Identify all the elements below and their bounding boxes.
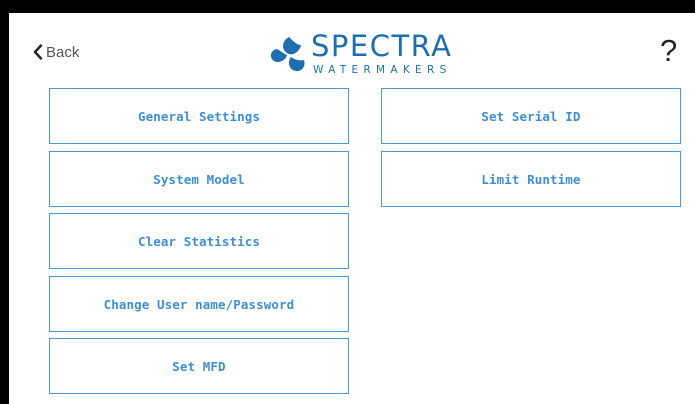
- general-settings-button[interactable]: General Settings: [49, 88, 349, 144]
- system-model-button[interactable]: System Model: [49, 151, 349, 207]
- set-mfd-button[interactable]: Set MFD: [49, 338, 349, 394]
- logo-wordmark: SPECTRA: [311, 29, 453, 63]
- spectra-logo: SPECTRA WATERMAKERS: [267, 29, 477, 77]
- back-button[interactable]: Back: [33, 40, 79, 64]
- water-drop-logo-icon: [270, 37, 305, 72]
- logo-subtitle: WATERMAKERS: [313, 64, 452, 76]
- header: Back SPECTRA WATERMAKERS ?: [9, 13, 695, 83]
- settings-screen: Back SPECTRA WATERMAKERS ? General Setti…: [9, 13, 695, 404]
- limit-runtime-button[interactable]: Limit Runtime: [381, 151, 681, 207]
- set-serial-id-button[interactable]: Set Serial ID: [381, 88, 681, 144]
- chevron-left-icon: [33, 44, 43, 60]
- change-user-password-button[interactable]: Change User name/Password: [49, 276, 349, 332]
- clear-statistics-button[interactable]: Clear Statistics: [49, 213, 349, 269]
- back-label: Back: [46, 43, 80, 61]
- help-button[interactable]: ?: [660, 33, 677, 69]
